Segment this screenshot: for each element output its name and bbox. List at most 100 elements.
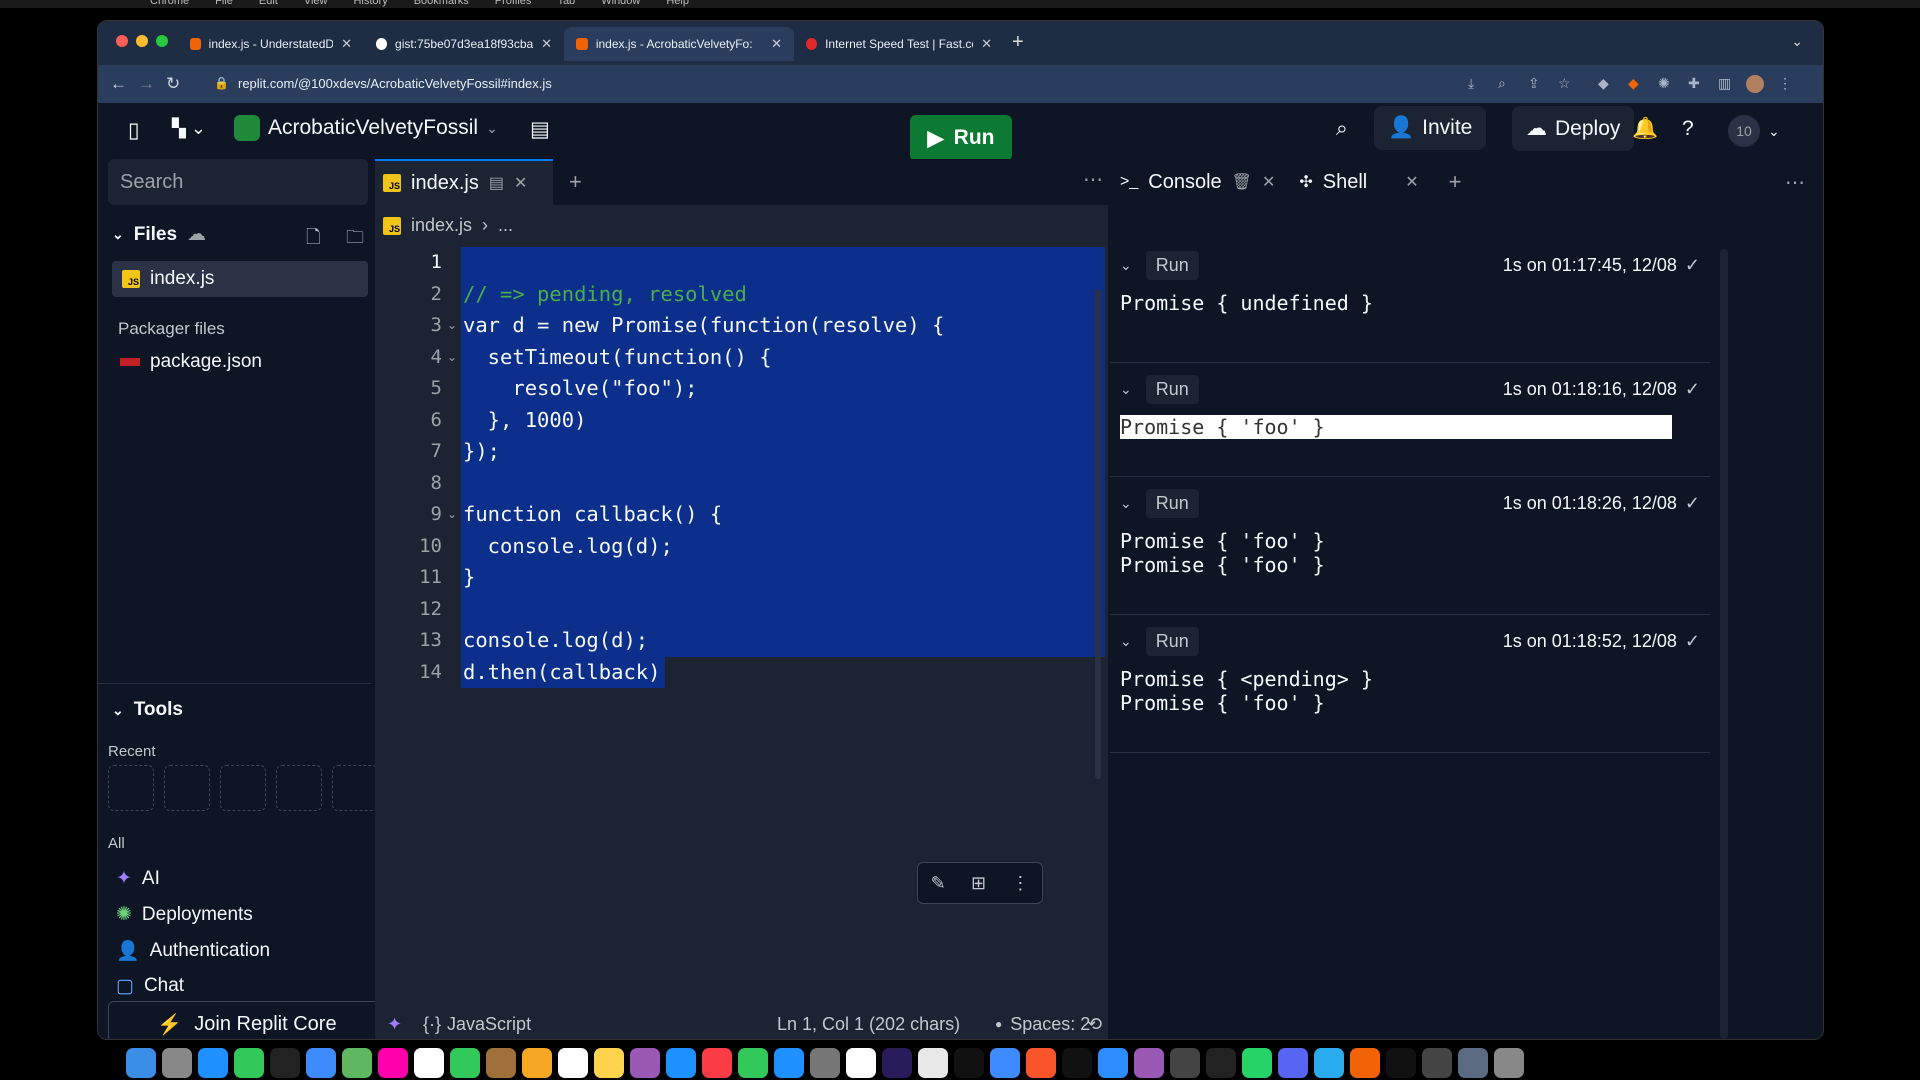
mac-menu-item[interactable]: Edit xyxy=(259,0,278,7)
profile-avatar[interactable] xyxy=(1746,75,1764,93)
close-tab-icon[interactable]: ✕ xyxy=(981,36,992,52)
zoom-icon[interactable] xyxy=(1098,1048,1128,1078)
finder-icon[interactable] xyxy=(126,1048,156,1078)
calendar-icon[interactable] xyxy=(414,1048,444,1078)
mac-menu-item[interactable]: Chrome xyxy=(150,0,189,7)
new-folder-icon[interactable]: 🗀 xyxy=(346,225,364,255)
mac-menu-item[interactable]: Bookmarks xyxy=(414,0,469,7)
install-icon[interactable]: ⤓ xyxy=(1468,75,1474,92)
run-header[interactable]: ⌄ Run 1s on 01:18:52, 12/08 ✓ xyxy=(1120,625,1700,657)
zoom-window-button[interactable] xyxy=(156,35,168,47)
close-tab-icon[interactable]: ✕ xyxy=(541,36,552,52)
join-replit-core-button[interactable]: ⚡ Join Replit Core xyxy=(108,1001,386,1039)
new-tab-icon[interactable]: + xyxy=(569,169,582,195)
preview-icon[interactable]: ▤ xyxy=(489,173,504,193)
podcasts-icon[interactable] xyxy=(630,1048,660,1078)
tools-section-header[interactable]: ⌄ Tools xyxy=(112,699,183,721)
new-tab-icon[interactable]: + xyxy=(1012,31,1024,54)
deploy-button[interactable]: ☁ Deploy xyxy=(1512,106,1635,151)
indent-setting[interactable]: ● Spaces: 2 xyxy=(995,1014,1090,1035)
numbers-icon[interactable] xyxy=(738,1048,768,1078)
maps-icon[interactable] xyxy=(342,1048,372,1078)
bookmark-star-icon[interactable]: ☆ xyxy=(1558,75,1571,92)
app-icon[interactable] xyxy=(846,1048,876,1078)
run-header[interactable]: ⌄ Run 1s on 01:17:45, 12/08 ✓ xyxy=(1120,249,1700,281)
edit-pen-icon[interactable]: ✎ xyxy=(931,873,946,894)
url-text[interactable]: replit.com/@100xdevs/AcrobaticVelvetyFos… xyxy=(238,76,552,91)
editor-scrollbar[interactable] xyxy=(1095,289,1101,779)
reminders-icon[interactable] xyxy=(558,1048,588,1078)
ai-icon[interactable]: ✦ xyxy=(387,1014,402,1035)
bell-icon[interactable]: 🔔 xyxy=(1632,117,1658,141)
back-icon[interactable]: ← xyxy=(110,74,127,94)
new-tab-icon[interactable]: + xyxy=(1449,169,1462,195)
reload-icon[interactable]: ↻ xyxy=(166,74,180,94)
keynote-icon[interactable] xyxy=(666,1048,696,1078)
close-tab-icon[interactable]: ✕ xyxy=(1405,172,1418,192)
forward-icon[interactable]: → xyxy=(138,74,155,94)
zoom-icon[interactable]: ⌕ xyxy=(1498,75,1506,92)
close-tab-icon[interactable]: ✕ xyxy=(341,36,352,52)
mac-menu-item[interactable]: Tab xyxy=(557,0,575,7)
trash-icon[interactable]: 🗑 xyxy=(1232,172,1252,192)
file-item-package-json[interactable]: package.json xyxy=(120,351,262,373)
app-icon[interactable] xyxy=(1170,1048,1200,1078)
mac-menu-item[interactable]: Profiles xyxy=(495,0,532,7)
layout-icon[interactable]: ▤ xyxy=(530,117,550,142)
tool-item-deployments[interactable]: ✺ Deployments xyxy=(116,903,253,926)
language-indicator[interactable]: {·} JavaScript xyxy=(423,1014,531,1035)
account-menu[interactable]: 10 ⌄ xyxy=(1728,115,1780,147)
browser-tab[interactable]: Internet Speed Test | Fast.com ✕ xyxy=(794,27,1004,61)
mac-menu-item[interactable]: Window xyxy=(601,0,640,7)
tool-item-authentication[interactable]: 👤 Authentication xyxy=(116,939,270,963)
mac-menu-item[interactable]: Help xyxy=(666,0,689,7)
browser-tab[interactable]: gist:75be07d3ea18f93cba907 ✕ xyxy=(364,27,564,61)
safari-icon[interactable] xyxy=(198,1048,228,1078)
cursor-position[interactable]: Ln 1, Col 1 (202 chars) xyxy=(777,1014,960,1035)
file-item-index-js[interactable]: JS index.js xyxy=(112,261,368,297)
close-tab-icon[interactable]: ✕ xyxy=(1262,172,1275,192)
workspace-menu-icon[interactable]: ▚ ⌄ xyxy=(172,118,206,139)
notes-icon[interactable] xyxy=(594,1048,624,1078)
app-icon[interactable] xyxy=(1422,1048,1452,1078)
brave-icon[interactable] xyxy=(1026,1048,1056,1078)
more-menu-icon[interactable]: ⋯ xyxy=(1083,167,1103,192)
more-menu-icon[interactable]: ⋯ xyxy=(1785,170,1805,195)
breadcrumb-more[interactable]: ... xyxy=(498,215,513,236)
files-section-header[interactable]: ⌄ Files ☁ xyxy=(112,223,206,246)
tv-icon[interactable] xyxy=(270,1048,300,1078)
invite-button[interactable]: 👤 Invite xyxy=(1374,106,1487,150)
discord-icon[interactable] xyxy=(1278,1048,1308,1078)
share-icon[interactable]: ⇪ xyxy=(1528,75,1540,92)
minimize-window-button[interactable] xyxy=(136,35,148,47)
premiere-icon[interactable] xyxy=(882,1048,912,1078)
browser-tab[interactable]: index.js - UnderstatedDopeyS ✕ xyxy=(178,27,364,61)
extension-icon[interactable]: ◆ xyxy=(1598,75,1609,92)
webstorm-icon[interactable] xyxy=(1206,1048,1236,1078)
console-scrollbar[interactable] xyxy=(1720,249,1728,1039)
history-icon[interactable]: ⟲ xyxy=(1087,1014,1102,1035)
app-icon[interactable] xyxy=(1134,1048,1164,1078)
breadcrumb-file[interactable]: index.js xyxy=(411,215,472,236)
tab-index-js[interactable]: JS index.js ▤ ✕ xyxy=(375,159,553,205)
run-header[interactable]: ⌄ Run 1s on 01:18:26, 12/08 ✓ xyxy=(1120,487,1700,519)
extension-icon[interactable]: ✺ xyxy=(1658,75,1670,92)
terminal-icon[interactable] xyxy=(954,1048,984,1078)
settings-icon[interactable] xyxy=(810,1048,840,1078)
tool-item-chat[interactable]: ▢ Chat xyxy=(116,975,184,997)
mac-menu-item[interactable]: History xyxy=(353,0,387,7)
messages-icon[interactable] xyxy=(234,1048,264,1078)
sidepanel-icon[interactable]: ▥ xyxy=(1718,75,1731,92)
help-icon[interactable]: ? xyxy=(1682,117,1694,141)
mac-menu-item[interactable]: File xyxy=(215,0,233,7)
search-input[interactable]: Search xyxy=(108,159,368,205)
extension-icon[interactable]: ◆ xyxy=(1628,75,1639,92)
sidebar-toggle-icon[interactable]: ▯ xyxy=(128,118,140,143)
mac-menu-item[interactable]: View xyxy=(304,0,328,7)
close-tab-icon[interactable]: ✕ xyxy=(514,173,527,193)
chrome-icon[interactable] xyxy=(918,1048,948,1078)
downloads-icon[interactable] xyxy=(1458,1048,1488,1078)
run-header[interactable]: ⌄ Run 1s on 01:18:16, 12/08 ✓ xyxy=(1120,373,1700,405)
mail-icon[interactable] xyxy=(306,1048,336,1078)
whatsapp-icon[interactable] xyxy=(1242,1048,1272,1078)
